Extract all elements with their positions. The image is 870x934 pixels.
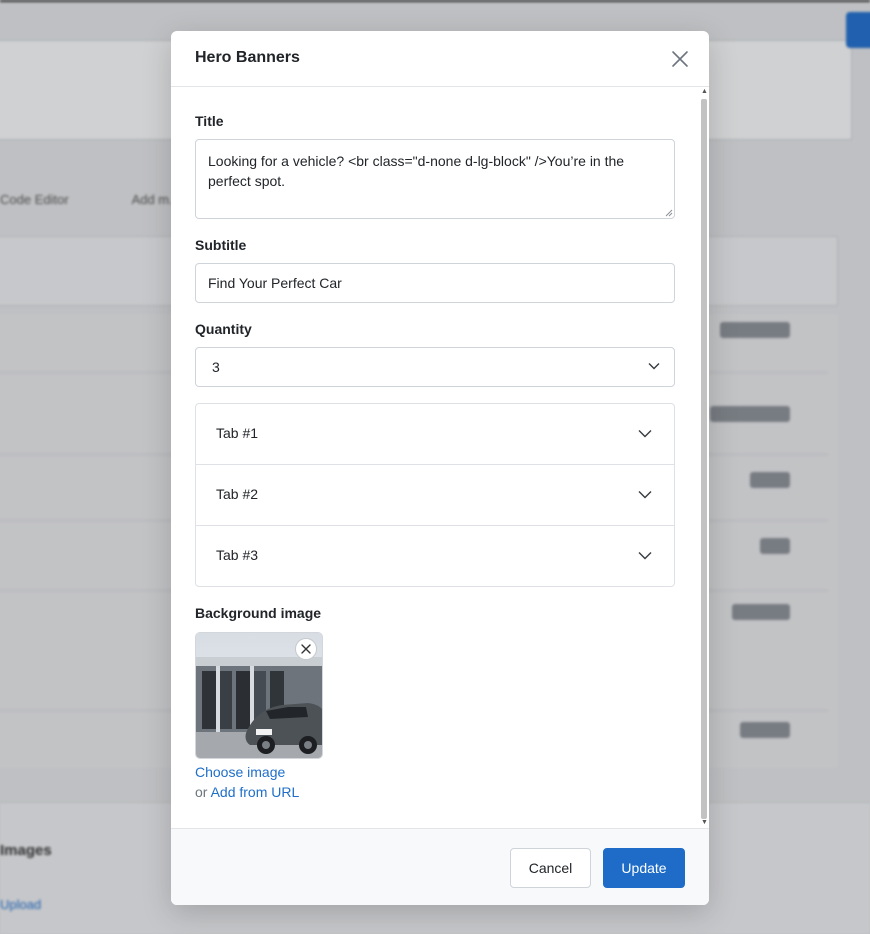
quantity-value: 3: [212, 359, 220, 375]
modal-footer: Cancel Update: [171, 828, 709, 905]
scroll-down-icon[interactable]: ▼: [701, 819, 708, 826]
remove-image-button[interactable]: [295, 638, 317, 660]
title-textarea[interactable]: Looking for a vehicle? <br class="d-none…: [195, 139, 675, 219]
quantity-label: Quantity: [195, 321, 252, 337]
tabs-accordion: Tab #1 Tab #2 Tab #3: [195, 403, 675, 587]
subtitle-label: Subtitle: [195, 237, 247, 253]
modal-scrollbar[interactable]: ▲ ▼: [699, 88, 709, 829]
scroll-up-icon[interactable]: ▲: [701, 88, 708, 95]
background-image-label: Background image: [195, 605, 322, 621]
cancel-button[interactable]: Cancel: [510, 848, 591, 888]
accordion-tab-3[interactable]: Tab #3: [196, 526, 674, 587]
close-icon: [301, 644, 311, 654]
accordion-tab-1[interactable]: Tab #1: [196, 404, 674, 465]
add-from-url-link[interactable]: Add from URL: [211, 784, 300, 800]
chevron-down-icon: [638, 552, 652, 560]
subtitle-input[interactable]: Find Your Perfect Car: [195, 263, 675, 303]
quantity-select[interactable]: 3: [195, 347, 675, 387]
chevron-down-icon: [638, 491, 652, 499]
title-label: Title: [195, 113, 224, 129]
chevron-down-icon: [638, 430, 652, 438]
resize-grip-icon[interactable]: [665, 209, 673, 217]
update-button[interactable]: Update: [603, 848, 685, 888]
add-from-url-line: or Add from URL: [195, 784, 299, 800]
scroll-thumb[interactable]: [701, 99, 707, 819]
hero-banners-modal: Hero Banners Title Looking for a vehicle…: [171, 31, 709, 905]
or-text: or: [195, 784, 208, 800]
close-icon[interactable]: [670, 49, 690, 69]
modal-header: Hero Banners: [171, 31, 709, 87]
modal-body: Title Looking for a vehicle? <br class="…: [171, 87, 709, 828]
accordion-tab-2[interactable]: Tab #2: [196, 465, 674, 526]
background-image-thumbnail: [195, 632, 323, 759]
chevron-down-icon: [648, 363, 660, 370]
choose-image-link[interactable]: Choose image: [195, 764, 285, 780]
accordion-tab-label: Tab #1: [216, 425, 259, 441]
title-value: Looking for a vehicle? <br class="d-none…: [208, 153, 625, 189]
modal-title: Hero Banners: [195, 49, 300, 66]
accordion-tab-label: Tab #2: [216, 486, 259, 502]
accordion-tab-label: Tab #3: [216, 547, 259, 563]
